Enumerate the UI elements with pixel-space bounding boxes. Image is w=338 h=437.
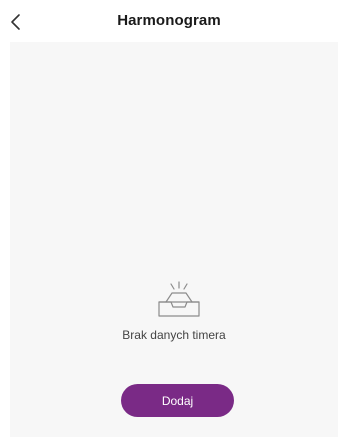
schedule-screen: Harmonogram Brak danych timera Dodaj [0, 0, 338, 437]
content-area: Brak danych timera Dodaj [10, 42, 338, 437]
header: Harmonogram [0, 0, 338, 44]
page-title: Harmonogram [117, 12, 221, 29]
empty-inbox-icon [158, 281, 200, 317]
empty-state-message: Brak danych timera [122, 328, 226, 342]
add-button[interactable]: Dodaj [121, 384, 234, 417]
